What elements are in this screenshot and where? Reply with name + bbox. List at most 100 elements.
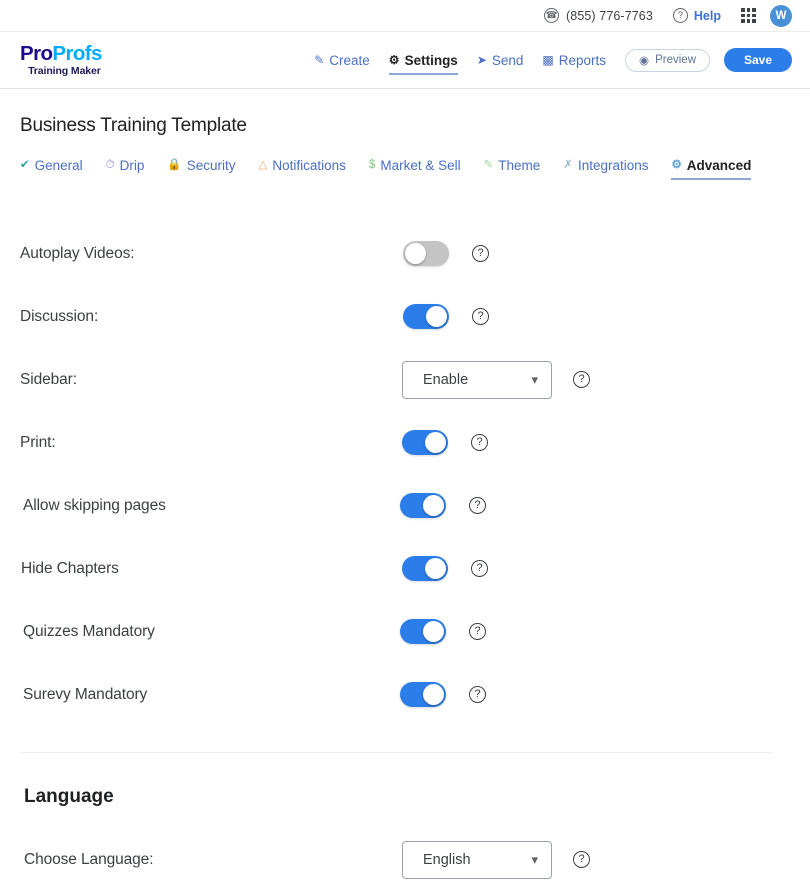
sidebar-select[interactable]: Enable ▾ — [402, 360, 552, 399]
help-label: Help — [693, 8, 721, 23]
setting-row-surevy-mandatory: Surevy Mandatory ? — [20, 663, 790, 726]
tab-label: Drip — [119, 158, 145, 173]
setting-control: ? — [403, 304, 489, 329]
logo[interactable]: ProProfs Training Maker — [20, 41, 102, 77]
hide-chapters-toggle[interactable] — [402, 556, 448, 581]
setting-label: Print: — [20, 433, 56, 451]
print-toggle[interactable] — [402, 430, 448, 455]
autoplay-videos-toggle[interactable] — [403, 241, 449, 266]
content-area: Business Training Template ✔ General ⏱ D… — [0, 115, 810, 885]
setting-label: Choose Language: — [24, 850, 154, 868]
preview-button[interactable]: ◉ Preview — [625, 48, 710, 72]
send-icon: ➤ — [476, 53, 487, 67]
question-circle-icon[interactable]: ? — [573, 851, 590, 868]
tab-security[interactable]: 🔒 Security — [167, 158, 235, 180]
setting-label: Quizzes Mandatory — [23, 622, 155, 640]
tab-notifications[interactable]: △ Notifications — [259, 158, 346, 180]
tab-integrations[interactable]: ✗ Integrations — [563, 158, 648, 180]
setting-label: Discussion: — [20, 307, 99, 325]
tab-theme[interactable]: ✎ Theme — [484, 158, 541, 180]
avatar[interactable]: W — [770, 4, 792, 27]
logo-pro: Pro — [20, 41, 53, 65]
paintbrush-icon: ✎ — [483, 158, 494, 171]
setting-row-discussion: Discussion: ? — [20, 285, 790, 348]
phone-icon: ☎ — [544, 8, 560, 23]
tab-general[interactable]: ✔ General — [20, 158, 83, 180]
tab-advanced[interactable]: ⚙ Advanced — [671, 158, 751, 180]
settings-list: Autoplay Videos: ? Discussion: ? Sidebar… — [20, 222, 790, 726]
language-select[interactable]: English ▾ — [402, 840, 552, 879]
setting-label: Allow skipping pages — [23, 496, 166, 514]
setting-control: ? — [400, 493, 486, 518]
language-section-title: Language — [24, 786, 114, 807]
dollar-icon: $ — [368, 158, 376, 171]
nav-label: Create — [329, 52, 370, 68]
surevy-mandatory-toggle[interactable] — [400, 682, 446, 707]
save-button[interactable]: Save — [724, 48, 792, 72]
setting-control: ? — [402, 430, 488, 455]
question-circle-icon[interactable]: ? — [471, 560, 488, 577]
allow-skipping-pages-toggle[interactable] — [400, 493, 446, 518]
pencil-icon: ✎ — [314, 53, 325, 67]
discussion-toggle[interactable] — [403, 304, 449, 329]
setting-row-quizzes-mandatory: Quizzes Mandatory ? — [20, 600, 790, 663]
phone-number: (855) 776-7763 — [566, 8, 653, 23]
tab-drip[interactable]: ⏱ Drip — [106, 158, 145, 180]
question-circle-icon[interactable]: ? — [472, 245, 489, 262]
lock-icon: 🔒 — [167, 158, 182, 171]
setting-row-sidebar: Sidebar: Enable ▾ ? — [20, 348, 790, 411]
nav-item-send[interactable]: ➤ Send — [477, 49, 524, 72]
settings-tabs: ✔ General ⏱ Drip 🔒 Security △ Notificati… — [20, 158, 790, 180]
setting-label: Surevy Mandatory — [23, 685, 148, 703]
nav-item-create[interactable]: ✎ Create — [314, 49, 370, 72]
setting-row-print: Print: ? — [20, 411, 790, 474]
setting-control: Enable ▾ ? — [402, 360, 590, 399]
scissors-icon: ✗ — [563, 158, 573, 171]
tab-label: Advanced — [686, 158, 752, 173]
tab-label: Integrations — [577, 158, 649, 173]
question-circle-icon[interactable]: ? — [471, 434, 488, 451]
main-header: ProProfs Training Maker ✎ Create ⚙ Setti… — [0, 32, 810, 89]
section-divider — [20, 752, 773, 753]
nav-label: Send — [491, 52, 524, 68]
gear-icon: ⚙ — [388, 53, 400, 67]
utility-bar: ☎ (855) 776-7763 ? Help W — [0, 0, 810, 32]
logo-tagline: Training Maker — [28, 65, 101, 77]
chevron-down-icon: ▾ — [531, 372, 538, 387]
logo-profs: Profs — [52, 41, 102, 65]
language-select-value: English — [423, 851, 471, 868]
setting-label: Hide Chapters — [21, 559, 119, 577]
question-circle-icon[interactable]: ? — [472, 308, 489, 325]
tab-label: Market & Sell — [380, 158, 461, 173]
chevron-down-icon: ▾ — [531, 852, 538, 867]
setting-row-hide-chapters: Hide Chapters ? — [20, 537, 790, 600]
question-circle-icon[interactable]: ? — [469, 497, 486, 514]
question-circle-icon: ? — [672, 8, 688, 23]
tab-label: Notifications — [272, 158, 346, 173]
tab-label: Theme — [498, 158, 541, 173]
bell-icon: △ — [258, 158, 268, 171]
logo-wordmark: ProProfs — [20, 41, 102, 65]
nav-item-reports[interactable]: ▩ Reports — [542, 49, 606, 72]
phone-block[interactable]: ☎ (855) 776-7763 — [544, 8, 653, 23]
help-link[interactable]: ? Help — [672, 8, 721, 23]
setting-control: ? — [400, 619, 486, 644]
setting-control: ? — [402, 556, 488, 581]
tab-market-and-sell[interactable]: $ Market & Sell — [369, 158, 461, 180]
clock-icon: ⏱ — [105, 158, 115, 171]
question-circle-icon[interactable]: ? — [573, 371, 590, 388]
nav-item-settings[interactable]: ⚙ Settings — [388, 49, 458, 75]
preview-label: Preview — [655, 54, 696, 66]
eye-icon: ◉ — [639, 55, 650, 67]
nav-label: Settings — [404, 52, 458, 68]
header-nav: ✎ Create ⚙ Settings ➤ Send ▩ Reports ◉ P… — [314, 48, 792, 75]
sidebar-select-value: Enable — [423, 371, 469, 388]
question-circle-icon[interactable]: ? — [469, 686, 486, 703]
setting-row-autoplay-videos: Autoplay Videos: ? — [20, 222, 790, 285]
quizzes-mandatory-toggle[interactable] — [400, 619, 446, 644]
apps-grid-icon[interactable] — [741, 8, 756, 23]
question-circle-icon[interactable]: ? — [469, 623, 486, 640]
setting-control: ? — [403, 241, 489, 266]
setting-row-choose-language: Choose Language: English ▾ ? — [24, 828, 790, 885]
check-circle-icon: ✔ — [20, 158, 30, 171]
